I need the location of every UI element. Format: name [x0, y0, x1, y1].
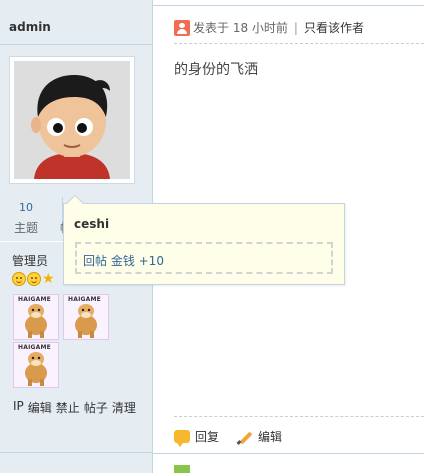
popup-username[interactable]: ceshi: [74, 217, 109, 231]
reply-bubble-icon: [174, 430, 190, 447]
author-name[interactable]: admin: [9, 20, 51, 34]
ip-link[interactable]: IP: [13, 399, 24, 416]
next-post-icon: [174, 465, 190, 473]
divider: [174, 43, 424, 44]
post-info-bar: 发表于 18 小时前 | 只看该作者: [174, 19, 364, 36]
topic-count[interactable]: 10: [19, 201, 33, 214]
smile-icon: [27, 272, 41, 286]
edit-user-link[interactable]: 编辑: [28, 399, 52, 416]
edit-button[interactable]: 编辑: [237, 428, 282, 445]
ban-user-link[interactable]: 禁止: [56, 399, 80, 416]
reply-label: 回复: [195, 430, 220, 444]
edit-label: 编辑: [258, 430, 283, 444]
next-post-bar: [174, 465, 190, 473]
rank-stars: ★: [12, 272, 56, 288]
star-icon: ★: [42, 271, 55, 287]
user-popup-card: ceshi 回帖 金钱 +10: [63, 194, 345, 285]
smile-icon: [12, 272, 26, 286]
medal-tag: HAIGAME: [18, 296, 51, 303]
admin-actions: IP 编辑 禁止 帖子 清理: [13, 399, 136, 416]
post-content: 的身份的飞洒: [174, 62, 258, 78]
user-posts-link[interactable]: 帖子: [84, 399, 108, 416]
divider: [174, 416, 424, 417]
divider: [153, 5, 424, 6]
avatar-image: [14, 61, 130, 179]
user-group[interactable]: 管理员: [12, 252, 48, 269]
info-separator: |: [293, 20, 298, 35]
post-time: 发表于 18 小时前: [193, 21, 288, 35]
avatar[interactable]: [9, 56, 135, 184]
medal-badge[interactable]: HAIGAME: [13, 294, 59, 340]
user-icon: [174, 19, 190, 36]
medal-tag: HAIGAME: [68, 296, 101, 303]
divider: [153, 453, 424, 454]
topic-label[interactable]: 主题: [14, 219, 38, 236]
divider: [0, 44, 152, 45]
pencil-icon: [237, 430, 253, 444]
avatar-cartoon-icon: [14, 61, 130, 179]
divider: [0, 452, 152, 453]
reply-button[interactable]: 回复: [174, 428, 220, 447]
post-actions: 回复 编辑: [174, 428, 300, 447]
medal-badge[interactable]: HAIGAME: [13, 342, 59, 388]
cleanup-link[interactable]: 清理: [112, 399, 136, 416]
medal-tag: HAIGAME: [18, 344, 51, 351]
medal-badge[interactable]: HAIGAME: [63, 294, 109, 340]
only-author-link[interactable]: 只看该作者: [304, 19, 364, 36]
popup-reward-text: 回帖 金钱 +10: [83, 254, 164, 268]
